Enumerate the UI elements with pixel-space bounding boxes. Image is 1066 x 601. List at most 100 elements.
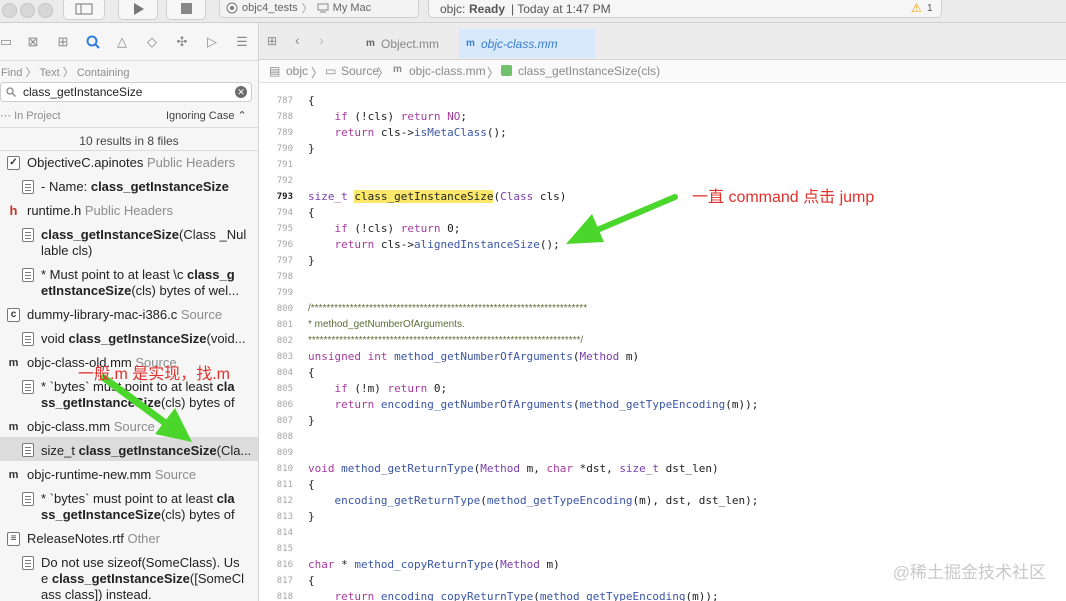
source-editor[interactable]: 787 788 789 790 791 792 793 794 795 796 … bbox=[259, 83, 1066, 601]
result-match-row-selected[interactable]: size_t class_getInstanceSize(Cla... bbox=[0, 437, 258, 461]
line-number: 803 bbox=[276, 352, 293, 362]
mm-file-icon: m bbox=[366, 38, 375, 49]
case-option-selector[interactable]: Ignoring Case ⌃ bbox=[166, 109, 247, 122]
tab-label: Object.mm bbox=[381, 36, 440, 51]
mode-containing[interactable]: Containing bbox=[77, 67, 130, 79]
line-number: 814 bbox=[276, 528, 293, 538]
test-icon[interactable]: ◇ bbox=[145, 35, 159, 49]
document-icon bbox=[22, 556, 34, 570]
folder-icon[interactable]: ▭ bbox=[0, 35, 13, 49]
scheme-selector[interactable]: objc4_tests 〉 My Mac bbox=[219, 0, 419, 18]
zoom-window-button[interactable] bbox=[38, 3, 53, 18]
line-number: 804 bbox=[276, 368, 293, 378]
line-number: 789 bbox=[276, 128, 293, 138]
code-line: if (!cls) return 0; bbox=[334, 222, 461, 235]
result-file-name: objc-class.mm bbox=[27, 419, 111, 434]
search-match-highlight: class_getInstanceSize bbox=[354, 190, 494, 203]
code-line: if (!cls) return NO; bbox=[334, 110, 467, 123]
document-icon bbox=[22, 268, 34, 282]
mode-text[interactable]: Text bbox=[40, 67, 60, 79]
toggle-navigator-button[interactable] bbox=[63, 0, 105, 20]
code-line: { bbox=[308, 366, 315, 379]
tab-objc-class-mm[interactable]: m objc-class.mm bbox=[459, 29, 595, 58]
tab-object-mm[interactable]: m Object.mm bbox=[359, 29, 459, 58]
breakpoint-icon[interactable]: ▷ bbox=[205, 35, 219, 49]
symbol-icon[interactable]: ⊞ bbox=[56, 35, 70, 49]
warning-icon[interactable]: ⚠ bbox=[911, 1, 922, 15]
breadcrumb-file[interactable]: objc-class.mm bbox=[409, 64, 486, 78]
line-number: 788 bbox=[276, 112, 293, 122]
line-number: 809 bbox=[276, 448, 293, 458]
magnifier-icon bbox=[6, 87, 16, 97]
match-text: - Name: bbox=[41, 179, 91, 194]
result-file-kind: Source bbox=[180, 307, 223, 322]
result-file-kind: Public Headers bbox=[146, 155, 236, 170]
status-state: Ready bbox=[469, 2, 506, 16]
line-number: 798 bbox=[276, 272, 293, 282]
sidebar-icon bbox=[75, 3, 93, 14]
target-icon bbox=[226, 2, 238, 13]
search-field[interactable]: class_getInstanceSize ✕ bbox=[0, 82, 252, 102]
match-text: lable cls) bbox=[41, 243, 93, 258]
stop-button[interactable] bbox=[166, 0, 206, 20]
result-file-kind: Source bbox=[154, 467, 197, 482]
line-number: 792 bbox=[276, 176, 293, 186]
source-control-icon[interactable]: ⊠ bbox=[26, 35, 40, 49]
issue-icon[interactable]: △ bbox=[115, 35, 129, 49]
result-file-name: ObjectiveC.apinotes bbox=[27, 155, 144, 170]
match-text: (cls) bytes of bbox=[160, 395, 235, 410]
mode-find[interactable]: Find bbox=[1, 67, 22, 79]
rtf-file-icon: ≡ bbox=[7, 532, 20, 546]
code-line: } bbox=[308, 142, 315, 155]
match-highlight: class_getInstanceSize bbox=[51, 571, 190, 586]
result-file-kind: Other bbox=[127, 531, 160, 546]
window-toolbar: objc4_tests 〉 My Mac objc: Ready | Today… bbox=[0, 0, 1066, 23]
report-icon[interactable]: ☰ bbox=[235, 35, 249, 49]
code-line-current: size_t class_getInstanceSize(Class cls) bbox=[308, 190, 567, 203]
c-file-icon: c bbox=[7, 308, 20, 322]
match-highlight: etInstanceSize bbox=[41, 283, 132, 298]
match-highlight: class_getInstanceSize bbox=[90, 179, 229, 194]
tab-label: objc-class.mm bbox=[481, 36, 558, 51]
match-text: * Must point to at least \c bbox=[41, 267, 187, 282]
match-highlight: class_getInstanceSize bbox=[68, 331, 207, 346]
minimize-window-button[interactable] bbox=[20, 3, 35, 18]
breadcrumb-project[interactable]: objc bbox=[286, 64, 308, 78]
project-icon: ▤ bbox=[269, 64, 281, 78]
warning-count[interactable]: 1 bbox=[927, 3, 933, 14]
code-line: } bbox=[308, 414, 315, 427]
grid-icon[interactable]: ⊞ bbox=[267, 34, 277, 48]
case-option-label[interactable]: Ignoring Case bbox=[166, 110, 235, 122]
forward-arrow-icon[interactable]: › bbox=[319, 32, 324, 48]
back-arrow-icon[interactable]: ‹ bbox=[295, 32, 300, 48]
search-icon[interactable] bbox=[86, 35, 100, 49]
jump-bar[interactable]: ▤ objc 〉 ▭ Source 〉 m objc-class.mm 〉 cl… bbox=[259, 60, 1066, 83]
scope-label[interactable]: In Project bbox=[14, 110, 60, 122]
code-line: return encoding_getNumberOfArguments(met… bbox=[334, 398, 759, 411]
debug-icon[interactable]: ✣ bbox=[175, 35, 189, 49]
search-input[interactable]: class_getInstanceSize bbox=[23, 85, 142, 99]
match-text: (cls) bytes of bbox=[160, 507, 235, 522]
match-text: size_t bbox=[41, 443, 79, 458]
mm-file-icon: m bbox=[466, 38, 475, 49]
close-window-button[interactable] bbox=[2, 3, 17, 18]
line-number: 812 bbox=[276, 496, 293, 506]
match-text: ass class]) instead. bbox=[41, 587, 152, 601]
scheme-destination: My Mac bbox=[332, 1, 372, 14]
find-navigator: ▭ ⊠ ⊞ △ ◇ ✣ ▷ ☰ Find 〉 Text 〉 Containing… bbox=[0, 23, 259, 601]
run-button[interactable] bbox=[118, 0, 158, 20]
scheme-project: objc4_tests bbox=[242, 1, 298, 14]
line-number: 799 bbox=[276, 288, 293, 298]
line-number: 806 bbox=[276, 400, 293, 410]
scope-selector[interactable]: ⋯ In Project bbox=[0, 109, 61, 122]
line-number: 817 bbox=[276, 576, 293, 586]
mm-file-icon: m bbox=[8, 469, 19, 481]
find-mode-breadcrumb[interactable]: Find 〉 Text 〉 Containing bbox=[1, 64, 129, 80]
line-number: 816 bbox=[276, 560, 293, 570]
chevron-right-icon: 〉 bbox=[487, 66, 500, 80]
breadcrumb-folder[interactable]: Source bbox=[341, 64, 379, 78]
mm-file-icon: m bbox=[8, 421, 19, 433]
line-number: 794 bbox=[276, 208, 293, 218]
breadcrumb-function[interactable]: class_getInstanceSize(cls) bbox=[518, 64, 660, 78]
clear-search-icon[interactable]: ✕ bbox=[235, 86, 247, 98]
